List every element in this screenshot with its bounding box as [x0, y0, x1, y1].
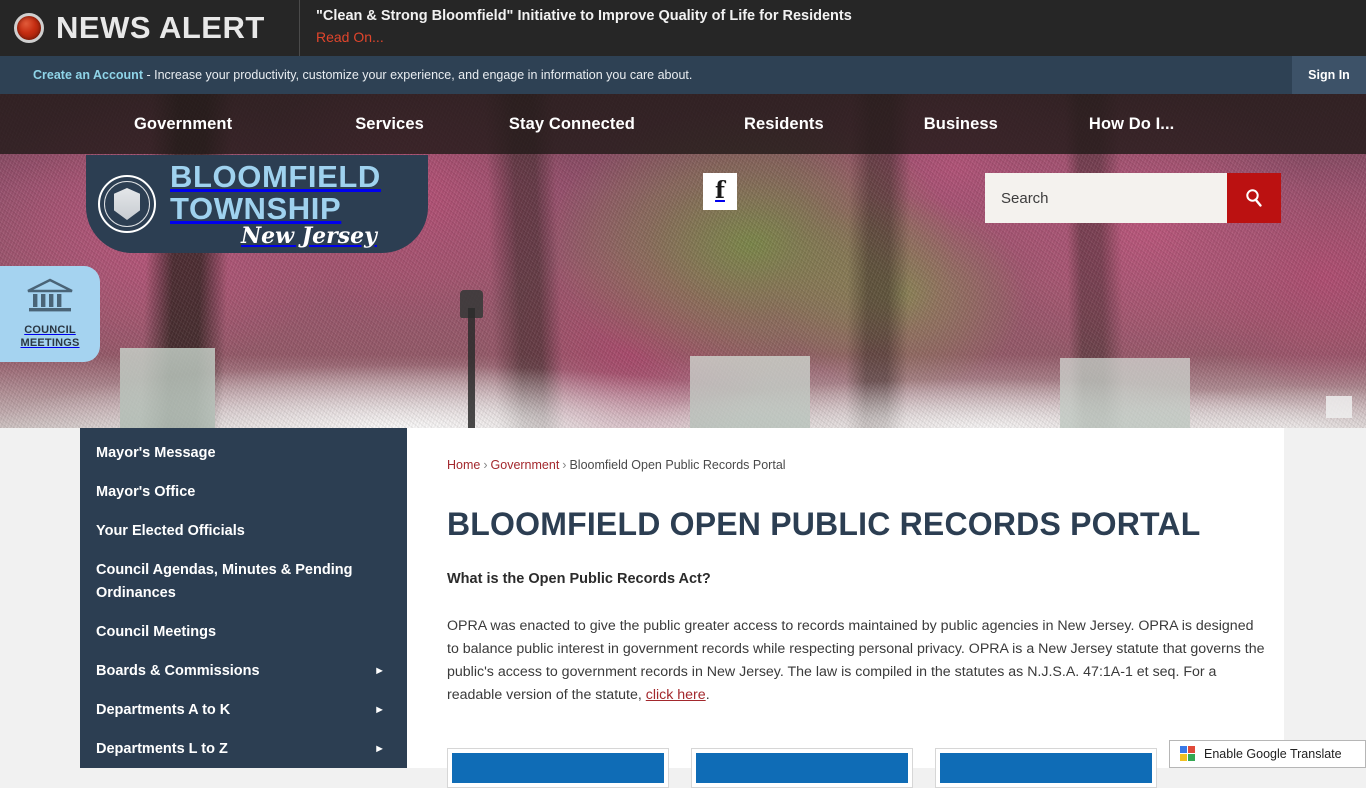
facebook-icon[interactable]: f: [703, 173, 737, 210]
nav-item-stay-connected[interactable]: Stay Connected: [509, 115, 635, 134]
hero-street-sign-white: [1326, 396, 1352, 418]
magnifier-icon: [1246, 189, 1262, 207]
account-bar-text: Create an Account - Increase your produc…: [0, 68, 692, 82]
action-button-1[interactable]: [447, 748, 669, 788]
breadcrumb: Home › Government › Bloomfield Open Public R…: [447, 458, 1284, 472]
council-meetings-widget[interactable]: COUNCIL MEETINGS: [0, 266, 100, 362]
news-alert-content: "Clean & Strong Bloomfield" Initiative t…: [300, 0, 1366, 56]
nav-item-residents[interactable]: Residents: [744, 115, 824, 134]
council-label-line1: COUNCIL: [24, 324, 76, 336]
account-bar-description: - Increase your productivity, customize …: [142, 68, 693, 82]
account-bar: Create an Account - Increase your produc…: [0, 56, 1366, 94]
township-seal-icon: [98, 175, 156, 233]
action-button-1-fill: [452, 753, 664, 783]
main-content-card: Home › Government › Bloomfield Open Public R…: [407, 428, 1284, 768]
township-seal-crest: [114, 188, 140, 220]
sidebar-item-mayors-office[interactable]: Mayor's Office: [80, 473, 407, 512]
nav-item-business[interactable]: Business: [924, 115, 998, 134]
action-button-row: [447, 748, 1157, 788]
facebook-glyph: f: [715, 177, 725, 204]
paragraph-text-after-link: .: [705, 687, 710, 703]
main-navigation: Government Services Stay Connected Resid…: [0, 94, 1366, 154]
sidebar-item-label: Boards & Commissions: [96, 663, 260, 679]
council-label-line2: MEETINGS: [20, 337, 80, 349]
sidebar-item-label: Mayor's Office: [96, 484, 196, 500]
chevron-right-icon: ►: [374, 665, 385, 677]
news-alert-bar: NEWS ALERT "Clean & Strong Bloomfield" I…: [0, 0, 1366, 56]
google-logo-red: [1188, 746, 1195, 753]
create-account-link[interactable]: Create an Account: [33, 68, 143, 82]
sidebar-item-your-elected-officials[interactable]: Your Elected Officials: [80, 512, 407, 551]
nav-item-how-do-i[interactable]: How Do I...: [1089, 115, 1174, 134]
search-bar: [985, 173, 1281, 223]
sidebar-item-council-agendas-minutes-pending-ordinances[interactable]: Council Agendas, Minutes & Pending Ordin…: [80, 551, 407, 613]
red-alert-dot-icon: [14, 13, 44, 43]
nav-item-services[interactable]: Services: [355, 115, 424, 134]
google-logo-yellow: [1180, 754, 1187, 761]
council-meetings-label: COUNCIL MEETINGS: [20, 324, 79, 350]
sidebar-item-departments-a-to-k[interactable]: Departments A to K ►: [80, 691, 407, 730]
google-logo-icon: [1180, 746, 1196, 762]
hero-lamp-post: [468, 308, 475, 428]
hero-house-right: [1060, 358, 1190, 428]
news-alert-label: NEWS ALERT: [56, 10, 265, 45]
sidebar-item-boards-commissions[interactable]: Boards & Commissions ►: [80, 652, 407, 691]
logo-line-new-jersey: New Jersey: [241, 223, 377, 249]
google-logo-green: [1188, 754, 1195, 761]
news-alert-brand: NEWS ALERT: [0, 0, 300, 56]
sidebar-item-label: Departments A to K: [96, 702, 231, 718]
nav-item-government[interactable]: Government: [134, 115, 232, 134]
chevron-right-icon: ►: [374, 704, 385, 716]
chevron-right-icon: ►: [374, 743, 385, 755]
sidebar-item-label: Departments L to Z: [96, 741, 228, 757]
sidebar-item-departments-l-to-z[interactable]: Departments L to Z ►: [80, 730, 407, 768]
logo-line-township: TOWNSHIP: [170, 191, 342, 226]
classical-building-icon: [26, 278, 74, 319]
breadcrumb-separator: ›: [483, 458, 488, 472]
search-button[interactable]: [1227, 173, 1281, 223]
sidebar-item-council-meetings[interactable]: Council Meetings: [80, 613, 407, 652]
action-button-3-fill: [940, 753, 1152, 783]
section-subheading: What is the Open Public Records Act?: [447, 571, 711, 587]
section-sidebar-menu: Mayor's Message Mayor's Office Your Elec…: [80, 428, 407, 768]
breadcrumb-home-link[interactable]: Home: [447, 458, 480, 472]
hero-house-left: [120, 348, 215, 428]
action-button-2-fill: [696, 753, 908, 783]
hero-house-center: [690, 356, 810, 428]
logo-text-group: BLOOMFIELD TOWNSHIP New Jersey: [170, 161, 381, 247]
breadcrumb-current: Bloomfield Open Public Records Portal: [569, 458, 786, 472]
sidebar-item-label: Your Elected Officials: [96, 523, 245, 539]
sidebar-item-label: Council Meetings: [96, 624, 217, 640]
action-button-2[interactable]: [691, 748, 913, 788]
google-translate-label: Enable Google Translate: [1204, 747, 1342, 761]
news-alert-read-on-link[interactable]: Read On...: [316, 26, 384, 48]
body-paragraph: OPRA was enacted to give the public grea…: [447, 615, 1267, 707]
google-logo-blue: [1180, 746, 1187, 753]
enable-google-translate-button[interactable]: Enable Google Translate: [1169, 740, 1366, 768]
page-title: BLOOMFIELD OPEN PUBLIC RECORDS PORTAL: [447, 506, 1201, 542]
main-navigation-items: Government Services Stay Connected Resid…: [0, 115, 1366, 134]
site-logo[interactable]: BLOOMFIELD TOWNSHIP New Jersey: [86, 155, 428, 253]
breadcrumb-government-link[interactable]: Government: [491, 458, 560, 472]
sidebar-item-mayors-message[interactable]: Mayor's Message: [80, 434, 407, 473]
sign-in-button[interactable]: Sign In: [1292, 56, 1366, 94]
paragraph-text-before-link: OPRA was enacted to give the public grea…: [447, 618, 1265, 703]
news-alert-headline: "Clean & Strong Bloomfield" Initiative t…: [316, 8, 852, 24]
click-here-link[interactable]: click here: [646, 687, 706, 703]
sidebar-item-label: Council Agendas, Minutes & Pending Ordin…: [96, 562, 353, 601]
search-input[interactable]: [985, 173, 1227, 223]
logo-line-bloomfield: BLOOMFIELD: [170, 159, 381, 194]
action-button-3[interactable]: [935, 748, 1157, 788]
sidebar-item-label: Mayor's Message: [96, 445, 216, 461]
breadcrumb-separator: ›: [562, 458, 567, 472]
